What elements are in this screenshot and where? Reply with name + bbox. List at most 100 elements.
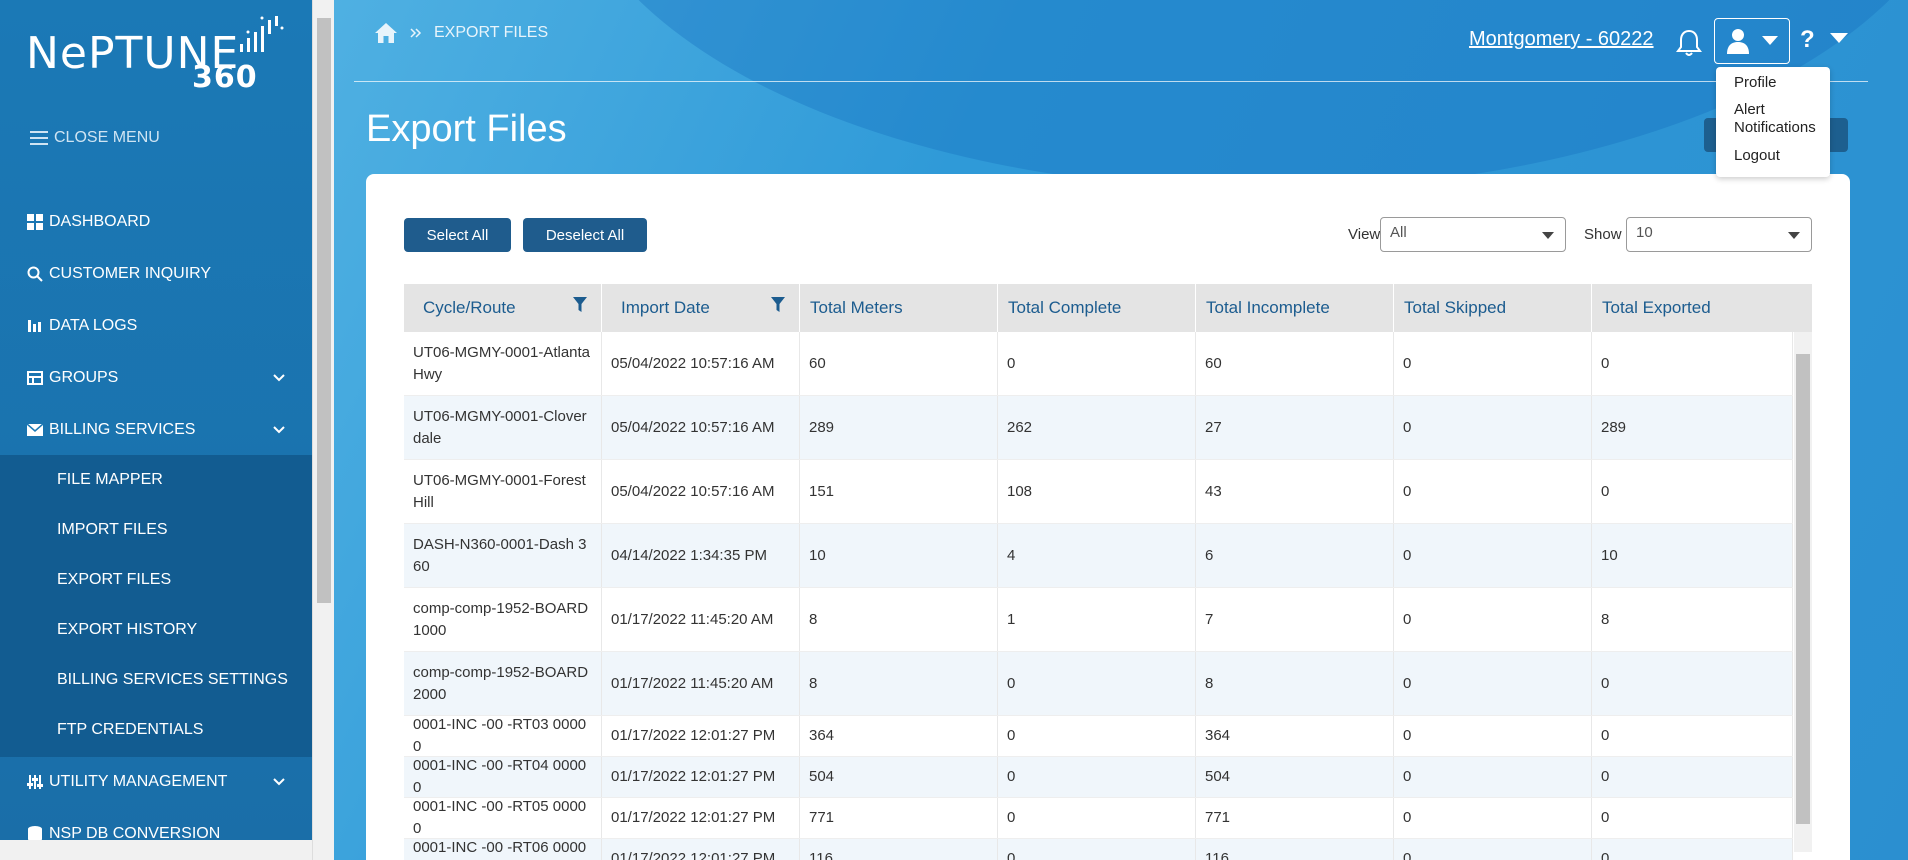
breadcrumb-current: EXPORT FILES: [434, 24, 549, 41]
table-cell: 116: [1196, 839, 1394, 860]
hamburger-icon: [30, 131, 48, 145]
table-cell: 364: [1196, 716, 1394, 756]
table-cell: 05/04/2022 10:57:16 AM: [602, 396, 800, 459]
table-cell: 27: [1196, 396, 1394, 459]
user-menu-button[interactable]: [1714, 18, 1790, 64]
bell-icon[interactable]: [1674, 28, 1704, 58]
account-link[interactable]: Montgomery - 60222: [1469, 28, 1654, 51]
table-cell: 10: [800, 524, 998, 587]
sidebar-scrollbar-thumb[interactable]: [317, 18, 331, 603]
nav-customer-inquiry[interactable]: CUSTOMER INQUIRY: [0, 254, 312, 294]
nav-utility-management[interactable]: UTILITY MANAGEMENT: [0, 762, 312, 802]
help-icon[interactable]: ?: [1800, 26, 1815, 54]
table-row[interactable]: comp-comp-1952-BOARD1000 01/17/2022 11:45…: [404, 588, 1793, 652]
table-cell: 0: [1592, 757, 1793, 797]
table-cell: 0: [1394, 839, 1592, 860]
table-cell: 43: [1196, 460, 1394, 523]
table-cell: 0: [1592, 839, 1793, 860]
filter-icon[interactable]: [771, 297, 785, 313]
nav-dashboard[interactable]: DASHBOARD: [0, 202, 312, 242]
table-cell: DASH-N360-0001-Dash 360: [404, 524, 602, 587]
sidebar-scrollbar[interactable]: [312, 0, 334, 860]
table-row[interactable]: UT06-MGMY-0001-ForestHill 05/04/2022 10:5…: [404, 460, 1793, 524]
col-total-complete[interactable]: Total Complete: [998, 284, 1196, 332]
table-cell: 0: [1394, 798, 1592, 838]
menu-alert-notifications[interactable]: Alert Notifications: [1734, 101, 1824, 137]
billing-services-submenu: FILE MAPPER IMPORT FILES EXPORT FILES EX…: [0, 455, 312, 757]
table-cell: 8: [1196, 652, 1394, 715]
nav-data-logs[interactable]: DATA LOGS: [0, 306, 312, 346]
col-total-incomplete[interactable]: Total Incomplete: [1196, 284, 1394, 332]
col-cycle-route-label: Cycle/Route: [423, 298, 516, 317]
col-import-date[interactable]: Import Date: [602, 284, 800, 332]
caret-down-icon[interactable]: [1830, 32, 1848, 44]
sub-export-files[interactable]: EXPORT FILES: [57, 571, 171, 589]
table-cell: 108: [998, 460, 1196, 523]
table-cell: 0001-INC -00 -RT05 00000: [404, 798, 602, 838]
sub-billing-services-settings[interactable]: BILLING SERVICES SETTINGS: [57, 671, 288, 689]
select-all-button[interactable]: Select All: [404, 218, 511, 252]
table-cell: 1: [998, 588, 1196, 651]
sub-export-history[interactable]: EXPORT HISTORY: [57, 621, 197, 639]
table-row[interactable]: comp-comp-1952-BOARD2000 01/17/2022 11:45…: [404, 652, 1793, 716]
menu-logout[interactable]: Logout: [1734, 147, 1780, 165]
sub-file-mapper[interactable]: FILE MAPPER: [57, 471, 163, 489]
nav-utility-management-label: UTILITY MANAGEMENT: [49, 773, 228, 790]
menu-profile[interactable]: Profile: [1734, 74, 1777, 92]
table-cell: 0: [1394, 652, 1592, 715]
header-divider: [354, 81, 1868, 82]
table-cell: 0: [1394, 332, 1592, 395]
view-select[interactable]: All: [1380, 217, 1566, 252]
envelope-icon: [25, 420, 45, 440]
table-row[interactable]: 0001-INC -00 -RT04 00000 01/17/2022 12:01…: [404, 757, 1793, 798]
table-cell: 0: [998, 652, 1196, 715]
view-label: View: [1348, 226, 1381, 243]
table-scrollbar[interactable]: [1794, 332, 1812, 852]
table-row[interactable]: UT06-MGMY-0001-Cloverdale 05/04/2022 10:5…: [404, 396, 1793, 460]
col-cycle-route[interactable]: Cycle/Route: [404, 284, 602, 332]
table-cell: 6: [1196, 524, 1394, 587]
chevron-down-icon: [273, 374, 285, 382]
table-cell: 7: [1196, 588, 1394, 651]
table-cell: 364: [800, 716, 998, 756]
col-import-date-label: Import Date: [621, 298, 710, 317]
table-cell: 0: [1394, 460, 1592, 523]
export-files-card: Select All Deselect All View All Show 10…: [366, 174, 1850, 860]
col-total-meters[interactable]: Total Meters: [800, 284, 998, 332]
table-cell: 0001-INC -00 -RT04 00000: [404, 757, 602, 797]
table-cell: UT06-MGMY-0001-ForestHill: [404, 460, 602, 523]
search-icon: [25, 264, 45, 284]
show-select[interactable]: 10: [1626, 217, 1812, 252]
sidebar-horizontal-scrollbar[interactable]: [0, 840, 312, 860]
deselect-all-button[interactable]: Deselect All: [523, 218, 647, 252]
table-cell: 116: [800, 839, 998, 860]
table-cell: 289: [800, 396, 998, 459]
col-total-exported[interactable]: Total Exported: [1592, 284, 1812, 332]
table-row[interactable]: 0001-INC -00 -RT05 00000 01/17/2022 12:01…: [404, 798, 1793, 839]
filter-icon[interactable]: [573, 297, 587, 313]
col-total-skipped[interactable]: Total Skipped: [1394, 284, 1592, 332]
caret-down-icon: [1788, 232, 1800, 239]
table-cell: 0: [1394, 757, 1592, 797]
table-cell: 8: [1592, 588, 1793, 651]
home-icon[interactable]: [374, 22, 398, 44]
sub-import-files[interactable]: IMPORT FILES: [57, 521, 168, 539]
signal-dots-icon: [240, 16, 284, 52]
table-cell: 0: [1592, 798, 1793, 838]
table-cell: 0: [1394, 396, 1592, 459]
nav-groups[interactable]: GROUPS: [0, 358, 312, 398]
table-row[interactable]: UT06-MGMY-0001-AtlantaHwy 05/04/2022 10:5…: [404, 332, 1793, 396]
close-menu-button[interactable]: CLOSE MENU: [30, 129, 160, 147]
sidebar: NePTUNE 360 CLOSE MENU DASHBOARD CUSTOME…: [0, 0, 312, 860]
background-swoosh: [564, 0, 1908, 190]
table-row[interactable]: DASH-N360-0001-Dash 360 04/14/2022 1:34:3…: [404, 524, 1793, 588]
table-scrollbar-thumb[interactable]: [1796, 354, 1810, 824]
nav-billing-services[interactable]: BILLING SERVICES: [0, 410, 312, 450]
export-files-table: Cycle/Route Import Date Total Meters Tot…: [404, 284, 1812, 860]
table-row[interactable]: 0001-INC -00 -RT06 0000001/17/2022 12:01…: [404, 839, 1793, 860]
table-cell: 0: [1394, 588, 1592, 651]
table-cell: 289: [1592, 396, 1793, 459]
table-row[interactable]: 0001-INC -00 -RT03 00000 01/17/2022 12:01…: [404, 716, 1793, 757]
table-cell: 4: [998, 524, 1196, 587]
sub-ftp-credentials[interactable]: FTP CREDENTIALS: [57, 721, 203, 739]
